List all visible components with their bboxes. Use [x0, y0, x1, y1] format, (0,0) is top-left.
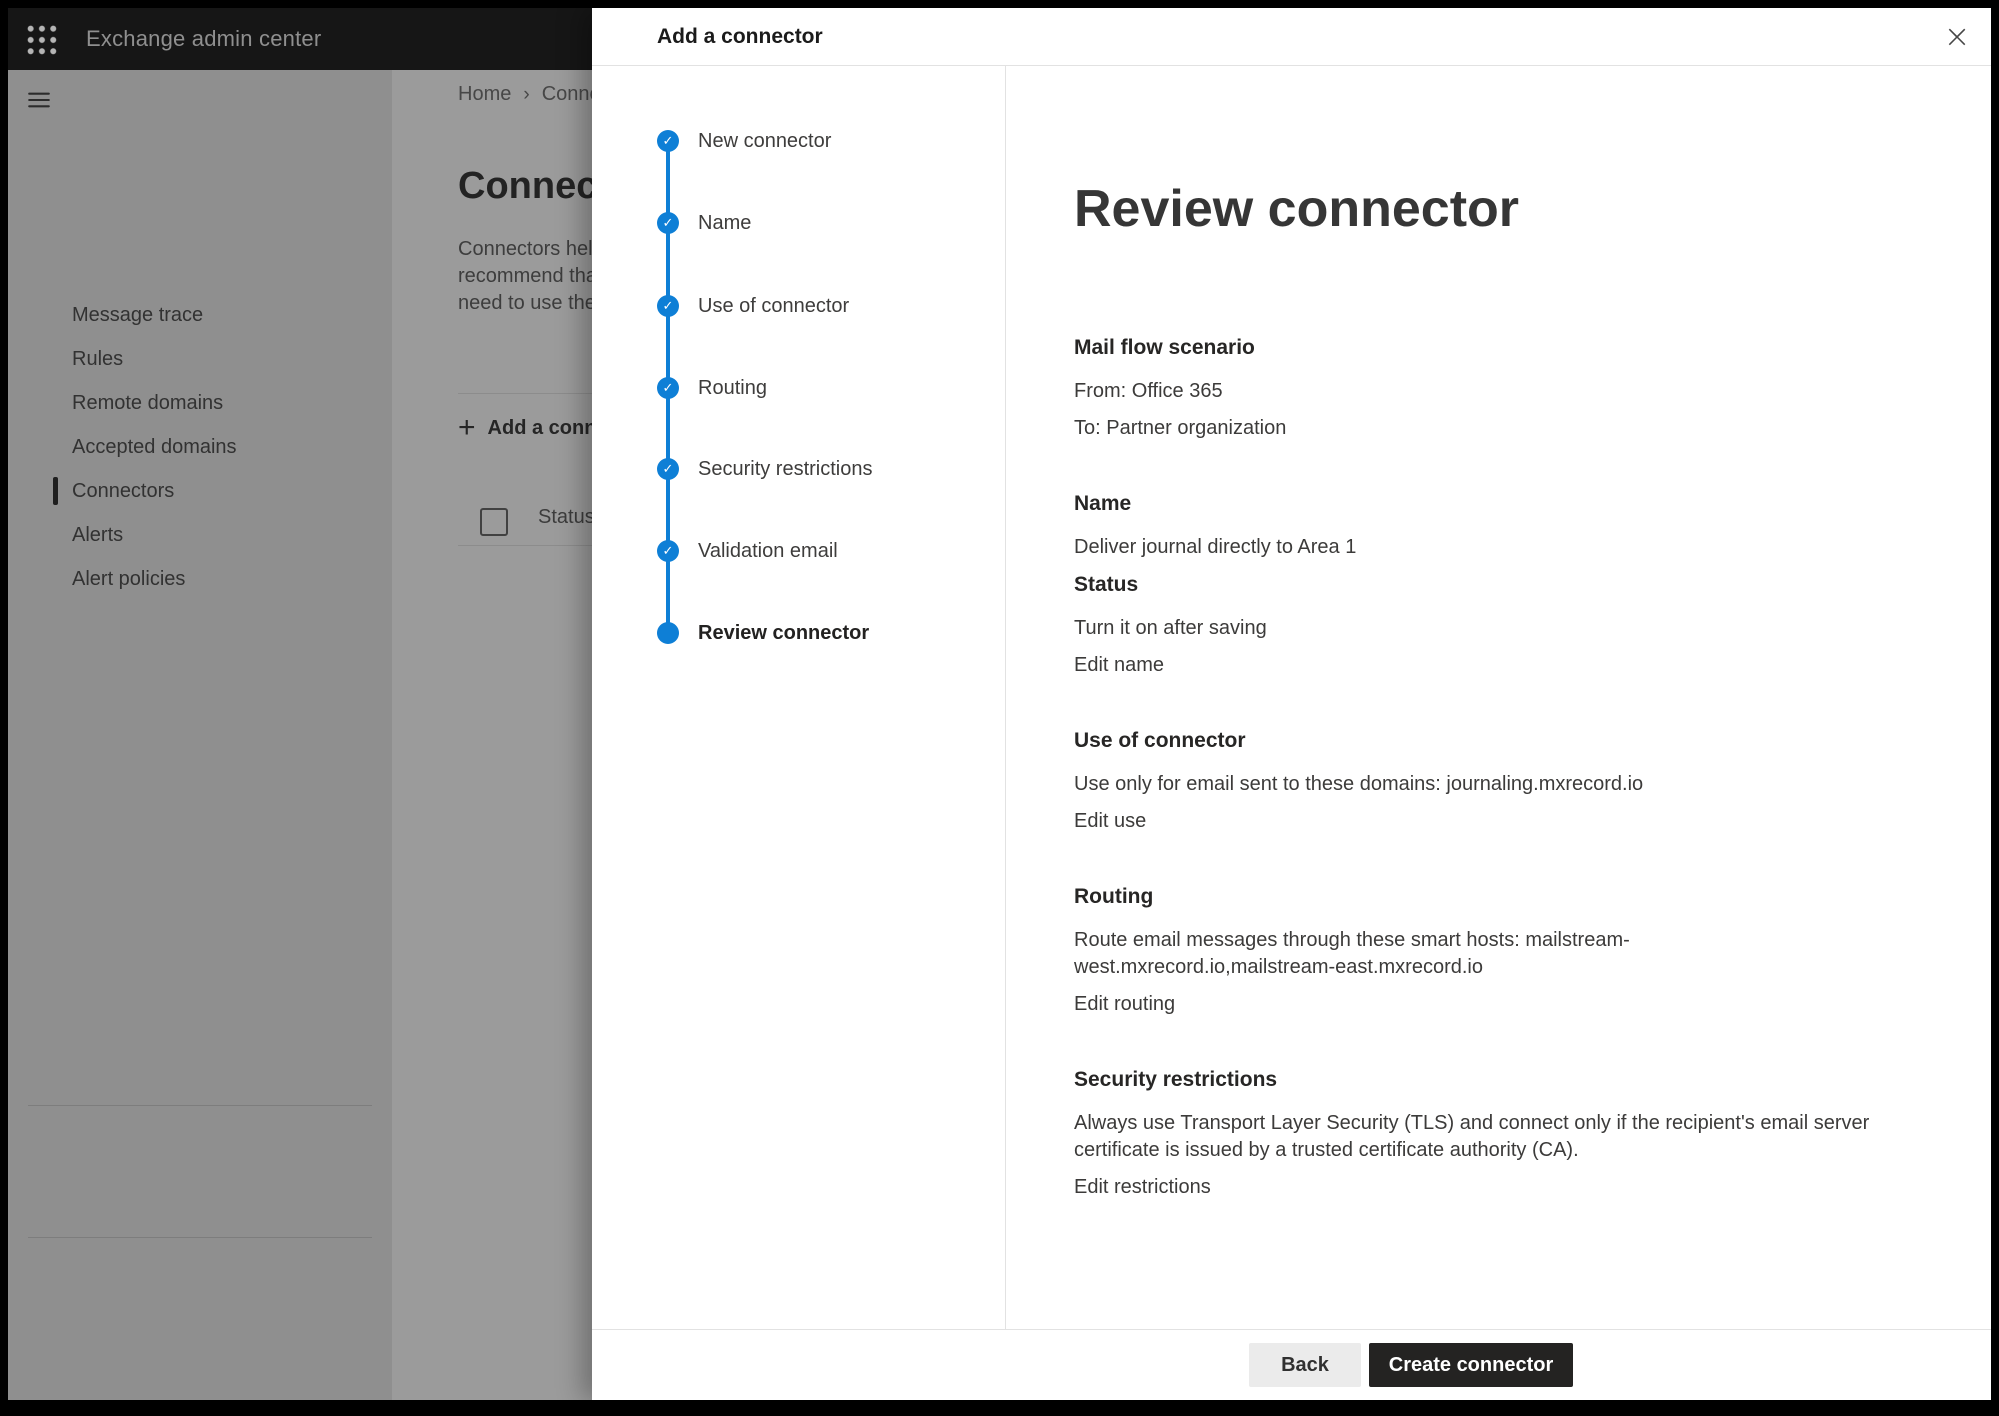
- section-heading-mail-flow-scenario: Mail flow scenario: [1074, 334, 1951, 362]
- sidebar: HomeRecipientsMail flowMessage traceRule…: [8, 70, 392, 1400]
- wizard-step-new-connector[interactable]: ✓ New connector: [592, 121, 1005, 161]
- review-block-name: Name Deliver journal directly to Area 1: [1074, 490, 1951, 561]
- step-complete-check-icon: ✓: [657, 212, 679, 234]
- selected-indicator: [53, 477, 58, 505]
- page-description-line: need to use ther: [458, 290, 604, 317]
- close-icon[interactable]: ×: [1935, 14, 1979, 58]
- section-heading-routing: Routing: [1074, 883, 1951, 911]
- section-text: Use only for email sent to these domains…: [1074, 771, 1884, 798]
- plus-icon: +: [458, 413, 476, 443]
- review-heading: Review connector: [1074, 178, 1951, 240]
- review-group: Use of connector Use only for email sent …: [1074, 689, 1951, 835]
- sidebar-item-label: Connectors: [72, 480, 174, 503]
- edit-use-link[interactable]: Edit use: [1074, 808, 1884, 835]
- sidebar-item-label: Alerts: [72, 524, 123, 547]
- dialog-title: Add a connector: [657, 25, 823, 49]
- sidebar-item-accepted-domains[interactable]: Accepted domains: [8, 427, 392, 467]
- section-heading-status: Status: [1074, 571, 1951, 599]
- review-block-use-of-connector: Use of connector Use only for email sent …: [1074, 727, 1951, 798]
- sidebar-item-label: Message trace: [72, 304, 203, 327]
- review-block-security-restrictions: Security restrictions Always use Transpor…: [1074, 1066, 1951, 1164]
- app-launcher-icon[interactable]: [24, 22, 58, 56]
- wizard-step-security-restrictions[interactable]: ✓ Security restrictions: [592, 449, 1005, 489]
- wizard-step-label: Routing: [698, 377, 767, 400]
- review-sections: Mail flow scenario From: Office 365 To: Pa…: [1074, 240, 1951, 1201]
- wizard-step-label: Use of connector: [698, 295, 849, 318]
- sidebar-item-label: Alert policies: [72, 568, 185, 591]
- wizard-step-validation-email[interactable]: ✓ Validation email: [592, 531, 1005, 571]
- dialog-header: Add a connector ×: [592, 8, 1991, 66]
- section-heading-security-restrictions: Security restrictions: [1074, 1066, 1951, 1094]
- sidebar-item-remote-domains[interactable]: Remote domains: [8, 383, 392, 423]
- back-button[interactable]: Back: [1249, 1343, 1361, 1387]
- wizard-step-use-of-connector[interactable]: ✓ Use of connector: [592, 286, 1005, 326]
- wizard-step-label: Validation email: [698, 540, 838, 563]
- select-all-checkbox[interactable]: [480, 508, 508, 536]
- step-complete-check-icon: ✓: [657, 130, 679, 152]
- wizard-step-label: Review connector: [698, 622, 869, 645]
- page-title: Connec: [458, 162, 597, 210]
- section-text: From: Office 365: [1074, 378, 1884, 405]
- page-description-line: Connectors help: [458, 236, 604, 263]
- review-block-status: Status Turn it on after saving: [1074, 571, 1951, 642]
- step-complete-check-icon: ✓: [657, 458, 679, 480]
- review-group: Name Deliver journal directly to Area 1 St…: [1074, 452, 1951, 679]
- dialog-footer: Back Create connector: [592, 1329, 1991, 1400]
- edit-restrictions-link[interactable]: Edit restrictions: [1074, 1174, 1884, 1201]
- wizard-step-label: Security restrictions: [698, 458, 873, 481]
- step-complete-check-icon: ✓: [657, 295, 679, 317]
- page-description: Connectors help recommend that need to u…: [458, 236, 604, 317]
- dialog-body: ✓ New connector ✓ Name ✓ Use of connector ✓ Rou…: [592, 66, 1991, 1330]
- add-connector-dialog: Add a connector × ✓ New connector ✓ Name ✓ Us…: [592, 8, 1991, 1400]
- wizard-step-name[interactable]: ✓ Name: [592, 203, 1005, 243]
- sidebar-item-alert-policies[interactable]: Alert policies: [8, 559, 392, 599]
- app-frame: Exchange admin center HomeRecipientsMail…: [8, 8, 1991, 1400]
- sidebar-item-message-trace[interactable]: Message trace: [8, 295, 392, 335]
- sidebar-item-rules[interactable]: Rules: [8, 339, 392, 379]
- review-block-routing: Routing Route email messages through thes…: [1074, 883, 1951, 981]
- section-text: To: Partner organization: [1074, 415, 1884, 442]
- sidebar-divider: [28, 1237, 372, 1238]
- status-column-header[interactable]: Status: [538, 506, 595, 529]
- wizard-step-review-connector[interactable]: Review connector: [592, 613, 1005, 653]
- section-text: Turn it on after saving: [1074, 615, 1884, 642]
- section-heading-use-of-connector: Use of connector: [1074, 727, 1951, 755]
- wizard-steps-nav: ✓ New connector ✓ Name ✓ Use of connector ✓ Rou…: [592, 66, 1006, 1330]
- section-text: Always use Transport Layer Security (TLS…: [1074, 1110, 1884, 1164]
- review-block-mail-flow-scenario: Mail flow scenario From: Office 365 To: Pa…: [1074, 334, 1951, 442]
- section-text: Deliver journal directly to Area 1: [1074, 534, 1884, 561]
- step-complete-check-icon: ✓: [657, 377, 679, 399]
- wizard-step-label: Name: [698, 212, 751, 235]
- edit-name-link[interactable]: Edit name: [1074, 652, 1884, 679]
- step-complete-check-icon: ✓: [657, 540, 679, 562]
- sidebar-item-connectors[interactable]: Connectors: [8, 471, 392, 511]
- review-group: Routing Route email messages through thes…: [1074, 845, 1951, 1018]
- review-group: Mail flow scenario From: Office 365 To: Pa…: [1074, 240, 1951, 442]
- menu-icon[interactable]: [25, 86, 53, 114]
- add-connector-button[interactable]: + Add a conn: [458, 408, 596, 448]
- section-text: Route email messages through these smart…: [1074, 927, 1884, 981]
- app-title: Exchange admin center: [86, 8, 321, 70]
- review-group: Security restrictions Always use Transpor…: [1074, 1028, 1951, 1201]
- sidebar-item-label: Accepted domains: [72, 436, 237, 459]
- review-content: Review connector Mail flow scenario From:…: [1006, 66, 1991, 1330]
- wizard-step-label: New connector: [698, 130, 831, 153]
- create-connector-button[interactable]: Create connector: [1369, 1343, 1573, 1387]
- breadcrumb-home-link[interactable]: Home: [458, 83, 511, 105]
- breadcrumb-separator-icon: ›: [523, 84, 529, 105]
- sidebar-item-label: Rules: [72, 348, 123, 371]
- add-connector-button-label: Add a conn: [488, 417, 597, 440]
- sidebar-item-label: Remote domains: [72, 392, 223, 415]
- step-current-dot: [657, 622, 679, 644]
- sidebar-divider: [28, 1105, 372, 1106]
- screen: Exchange admin center HomeRecipientsMail…: [0, 0, 1999, 1416]
- sidebar-item-alerts[interactable]: Alerts: [8, 515, 392, 555]
- page-description-line: recommend that: [458, 263, 604, 290]
- edit-routing-link[interactable]: Edit routing: [1074, 991, 1884, 1018]
- section-heading-name: Name: [1074, 490, 1951, 518]
- breadcrumb: Home›Conne: [458, 83, 601, 106]
- wizard-step-routing[interactable]: ✓ Routing: [592, 368, 1005, 408]
